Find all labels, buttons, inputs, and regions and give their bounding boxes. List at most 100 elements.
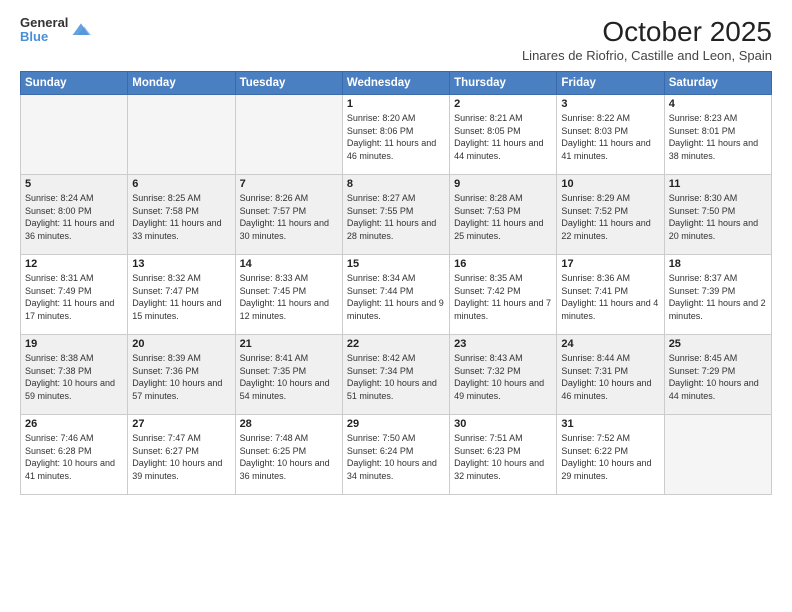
logo-text: General Blue [20, 16, 68, 45]
subtitle: Linares de Riofrio, Castille and Leon, S… [522, 48, 772, 63]
day-number: 19 [25, 338, 123, 350]
day-info: Sunrise: 8:28 AMSunset: 7:53 PMDaylight:… [454, 192, 552, 242]
day-info: Sunrise: 8:23 AMSunset: 8:01 PMDaylight:… [669, 112, 767, 162]
day-number: 10 [561, 178, 659, 190]
day-info: Sunrise: 7:50 AMSunset: 6:24 PMDaylight:… [347, 432, 445, 482]
day-info: Sunrise: 8:22 AMSunset: 8:03 PMDaylight:… [561, 112, 659, 162]
day-number: 26 [25, 418, 123, 430]
calendar-cell: 19 Sunrise: 8:38 AMSunset: 7:38 PMDayligh… [21, 335, 128, 415]
page: General Blue October 2025 Linares de Rio… [0, 0, 792, 612]
calendar-cell: 12 Sunrise: 8:31 AMSunset: 7:49 PMDayligh… [21, 255, 128, 335]
calendar-header-friday: Friday [557, 72, 664, 95]
day-info: Sunrise: 8:37 AMSunset: 7:39 PMDaylight:… [669, 272, 767, 322]
calendar-cell: 25 Sunrise: 8:45 AMSunset: 7:29 PMDayligh… [664, 335, 771, 415]
calendar-cell: 13 Sunrise: 8:32 AMSunset: 7:47 PMDayligh… [128, 255, 235, 335]
day-number: 2 [454, 98, 552, 110]
day-info: Sunrise: 8:20 AMSunset: 8:06 PMDaylight:… [347, 112, 445, 162]
day-info: Sunrise: 8:42 AMSunset: 7:34 PMDaylight:… [347, 352, 445, 402]
calendar-cell [128, 95, 235, 175]
day-info: Sunrise: 8:44 AMSunset: 7:31 PMDaylight:… [561, 352, 659, 402]
calendar-cell: 18 Sunrise: 8:37 AMSunset: 7:39 PMDayligh… [664, 255, 771, 335]
day-info: Sunrise: 8:27 AMSunset: 7:55 PMDaylight:… [347, 192, 445, 242]
calendar-cell: 27 Sunrise: 7:47 AMSunset: 6:27 PMDayligh… [128, 415, 235, 495]
day-number: 29 [347, 418, 445, 430]
day-number: 30 [454, 418, 552, 430]
calendar-cell: 24 Sunrise: 8:44 AMSunset: 7:31 PMDayligh… [557, 335, 664, 415]
day-info: Sunrise: 7:47 AMSunset: 6:27 PMDaylight:… [132, 432, 230, 482]
day-number: 23 [454, 338, 552, 350]
day-info: Sunrise: 8:38 AMSunset: 7:38 PMDaylight:… [25, 352, 123, 402]
day-info: Sunrise: 7:46 AMSunset: 6:28 PMDaylight:… [25, 432, 123, 482]
day-info: Sunrise: 8:24 AMSunset: 8:00 PMDaylight:… [25, 192, 123, 242]
calendar-week-row: 19 Sunrise: 8:38 AMSunset: 7:38 PMDayligh… [21, 335, 772, 415]
day-number: 24 [561, 338, 659, 350]
day-number: 4 [669, 98, 767, 110]
calendar-cell: 21 Sunrise: 8:41 AMSunset: 7:35 PMDayligh… [235, 335, 342, 415]
day-number: 11 [669, 178, 767, 190]
calendar-header-saturday: Saturday [664, 72, 771, 95]
day-info: Sunrise: 8:45 AMSunset: 7:29 PMDaylight:… [669, 352, 767, 402]
day-info: Sunrise: 8:30 AMSunset: 7:50 PMDaylight:… [669, 192, 767, 242]
day-info: Sunrise: 7:48 AMSunset: 6:25 PMDaylight:… [240, 432, 338, 482]
day-info: Sunrise: 8:35 AMSunset: 7:42 PMDaylight:… [454, 272, 552, 322]
day-info: Sunrise: 8:29 AMSunset: 7:52 PMDaylight:… [561, 192, 659, 242]
calendar-week-row: 26 Sunrise: 7:46 AMSunset: 6:28 PMDayligh… [21, 415, 772, 495]
calendar-cell: 1Sunrise: 8:20 AMSunset: 8:06 PMDaylight… [342, 95, 449, 175]
calendar-cell: 11 Sunrise: 8:30 AMSunset: 7:50 PMDayligh… [664, 175, 771, 255]
calendar-cell: 6 Sunrise: 8:25 AMSunset: 7:58 PMDaylight… [128, 175, 235, 255]
day-number: 25 [669, 338, 767, 350]
calendar-cell: 17 Sunrise: 8:36 AMSunset: 7:41 PMDayligh… [557, 255, 664, 335]
day-number: 13 [132, 258, 230, 270]
title-block: October 2025 Linares de Riofrio, Castill… [522, 16, 772, 63]
day-number: 7 [240, 178, 338, 190]
day-number: 3 [561, 98, 659, 110]
day-info: Sunrise: 8:39 AMSunset: 7:36 PMDaylight:… [132, 352, 230, 402]
day-number: 6 [132, 178, 230, 190]
calendar-cell: 10 Sunrise: 8:29 AMSunset: 7:52 PMDayligh… [557, 175, 664, 255]
calendar-cell: 20 Sunrise: 8:39 AMSunset: 7:36 PMDayligh… [128, 335, 235, 415]
day-number: 27 [132, 418, 230, 430]
day-info: Sunrise: 8:32 AMSunset: 7:47 PMDaylight:… [132, 272, 230, 322]
calendar-cell: 3 Sunrise: 8:22 AMSunset: 8:03 PMDaylight… [557, 95, 664, 175]
calendar-cell: 7Sunrise: 8:26 AMSunset: 7:57 PMDaylight… [235, 175, 342, 255]
calendar-cell [235, 95, 342, 175]
calendar-cell: 28 Sunrise: 7:48 AMSunset: 6:25 PMDayligh… [235, 415, 342, 495]
day-number: 9 [454, 178, 552, 190]
logo-icon [71, 20, 91, 40]
calendar-cell: 14 Sunrise: 8:33 AMSunset: 7:45 PMDayligh… [235, 255, 342, 335]
calendar-cell: 8 Sunrise: 8:27 AMSunset: 7:55 PMDaylight… [342, 175, 449, 255]
calendar-cell: 30Sunrise: 7:51 AMSunset: 6:23 PMDayligh… [450, 415, 557, 495]
day-number: 28 [240, 418, 338, 430]
day-info: Sunrise: 8:31 AMSunset: 7:49 PMDaylight:… [25, 272, 123, 322]
calendar-cell: 5 Sunrise: 8:24 AMSunset: 8:00 PMDaylight… [21, 175, 128, 255]
calendar-header-tuesday: Tuesday [235, 72, 342, 95]
day-number: 5 [25, 178, 123, 190]
day-number: 31 [561, 418, 659, 430]
day-info: Sunrise: 8:36 AMSunset: 7:41 PMDaylight:… [561, 272, 659, 322]
day-number: 12 [25, 258, 123, 270]
day-number: 8 [347, 178, 445, 190]
calendar-cell: 4 Sunrise: 8:23 AMSunset: 8:01 PMDaylight… [664, 95, 771, 175]
day-number: 18 [669, 258, 767, 270]
logo-line2: Blue [20, 30, 68, 44]
day-number: 22 [347, 338, 445, 350]
calendar-header-wednesday: Wednesday [342, 72, 449, 95]
calendar-header-thursday: Thursday [450, 72, 557, 95]
day-number: 21 [240, 338, 338, 350]
calendar-cell: 9 Sunrise: 8:28 AMSunset: 7:53 PMDaylight… [450, 175, 557, 255]
day-info: Sunrise: 8:33 AMSunset: 7:45 PMDaylight:… [240, 272, 338, 322]
header: General Blue October 2025 Linares de Rio… [20, 16, 772, 63]
calendar-cell: 16Sunrise: 8:35 AMSunset: 7:42 PMDayligh… [450, 255, 557, 335]
day-number: 14 [240, 258, 338, 270]
calendar-cell: 26 Sunrise: 7:46 AMSunset: 6:28 PMDayligh… [21, 415, 128, 495]
calendar-cell: 31Sunrise: 7:52 AMSunset: 6:22 PMDayligh… [557, 415, 664, 495]
calendar-week-row: 12 Sunrise: 8:31 AMSunset: 7:49 PMDayligh… [21, 255, 772, 335]
calendar-cell [664, 415, 771, 495]
calendar-cell: 23Sunrise: 8:43 AMSunset: 7:32 PMDayligh… [450, 335, 557, 415]
day-number: 20 [132, 338, 230, 350]
day-info: Sunrise: 8:41 AMSunset: 7:35 PMDaylight:… [240, 352, 338, 402]
logo-line1: General [20, 16, 68, 30]
day-info: Sunrise: 8:25 AMSunset: 7:58 PMDaylight:… [132, 192, 230, 242]
calendar-table: SundayMondayTuesdayWednesdayThursdayFrid… [20, 71, 772, 495]
day-number: 17 [561, 258, 659, 270]
